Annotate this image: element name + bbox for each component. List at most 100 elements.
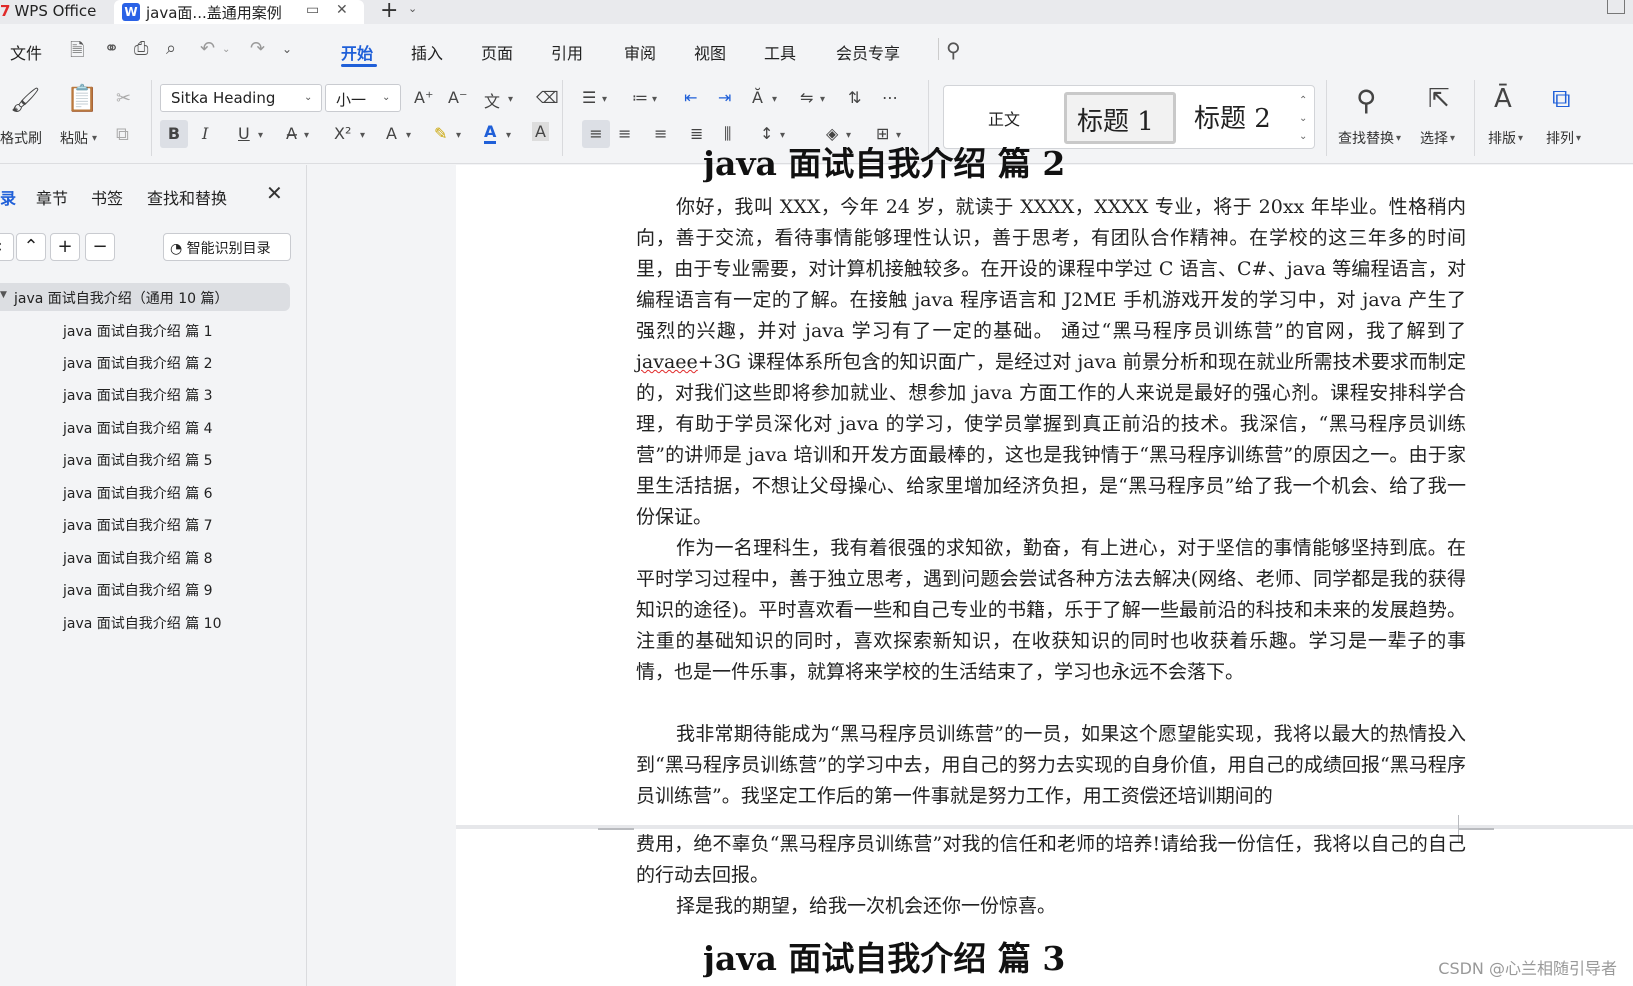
line-spacing-icon[interactable]: ↕ xyxy=(760,124,773,143)
typesetting-icon[interactable]: Ā xyxy=(1494,84,1512,114)
tab-view[interactable]: 视图 xyxy=(694,40,726,64)
nav-item[interactable]: java 面试自我介绍 篇 1 xyxy=(63,321,213,341)
paragraph-3-continued[interactable]: 费用，绝不辜负“黑马程序员训练营”对我的信任和老师的培养!请给我一份信任，我将以… xyxy=(636,829,1466,891)
find-dropdown-icon[interactable]: ▾ xyxy=(1396,133,1401,144)
nav-item[interactable]: java 面试自我介绍 篇 2 xyxy=(63,353,213,373)
paragraph-2[interactable]: 作为一名理科生，我有着很强的求知欲，勤奋，有上进心，对于坚信的事情能够坚持到底。… xyxy=(636,533,1466,688)
window-restore-icon[interactable] xyxy=(1607,0,1625,14)
chevron-down-icon[interactable]: ⌄ xyxy=(408,2,417,15)
text-effect-dropdown-icon[interactable]: ▾ xyxy=(406,130,411,141)
add-heading-button[interactable]: + xyxy=(50,233,80,261)
nav-tab-chapters[interactable]: 章节 xyxy=(36,185,68,209)
chevron-up-icon[interactable]: ⌃ xyxy=(16,233,46,261)
menu-file[interactable]: 文件 xyxy=(10,40,42,64)
text-direction-dropdown-icon[interactable]: ▾ xyxy=(772,94,777,105)
strikethrough-icon[interactable]: A̶ xyxy=(286,124,297,143)
heading-section-3[interactable]: java 面试自我介绍 篇 3 xyxy=(703,932,1065,986)
italic-button[interactable]: I xyxy=(202,124,208,143)
style-scroll-icon[interactable]: ⌃ ⌄ ⌄ xyxy=(1299,92,1307,146)
text-effect-icon[interactable]: A xyxy=(386,124,397,143)
borders-icon[interactable]: ⊞ xyxy=(876,124,889,143)
redo-icon[interactable]: ↷ xyxy=(250,38,265,59)
tab-preview-icon[interactable]: ▭ xyxy=(306,2,319,18)
nav-item[interactable]: java 面试自我介绍 篇 9 xyxy=(63,580,213,600)
nav-prev-button[interactable]: ‹ xyxy=(0,233,14,261)
paste-dropdown-icon[interactable]: ▾ xyxy=(92,133,97,144)
tab-tools[interactable]: 工具 xyxy=(764,40,796,64)
new-tab-plus-icon[interactable]: + xyxy=(380,0,398,23)
strike-dropdown-icon[interactable]: ▾ xyxy=(304,130,309,141)
paste-label[interactable]: 粘贴 xyxy=(60,128,88,148)
shading-icon[interactable]: ◈ xyxy=(826,124,838,143)
tab-member[interactable]: 会员专享 xyxy=(836,40,900,64)
nav-tab-bookmarks[interactable]: 书签 xyxy=(91,185,123,209)
sort-swap-icon[interactable]: ⇋ xyxy=(800,88,813,107)
tab-close-icon[interactable]: ✕ xyxy=(336,2,348,18)
print-preview-icon[interactable]: ⌕ xyxy=(166,38,176,59)
char-shading-icon[interactable]: A xyxy=(532,122,549,141)
nav-item[interactable]: java 面试自我介绍 篇 7 xyxy=(63,515,213,535)
underline-dropdown-icon[interactable]: ▾ xyxy=(258,130,263,141)
tab-review[interactable]: 审阅 xyxy=(624,40,656,64)
align-left-button[interactable]: ≡ xyxy=(582,120,610,148)
align-right-icon[interactable]: ≡ xyxy=(654,124,667,143)
shading-dropdown-icon[interactable]: ▾ xyxy=(846,130,851,141)
align-center-icon[interactable]: ≡ xyxy=(618,124,631,143)
highlight-dropdown-icon[interactable]: ▾ xyxy=(456,130,461,141)
bullet-list-icon[interactable]: ☰ xyxy=(582,88,596,107)
more-quick-access-icon[interactable]: ⌄ xyxy=(282,42,292,56)
undo-dropdown-icon[interactable]: ⌄ xyxy=(222,44,230,55)
paste-icon[interactable]: 📋 xyxy=(66,84,98,114)
share-link-icon[interactable]: ⚭ xyxy=(104,38,119,59)
search-icon[interactable]: ⚲ xyxy=(946,38,961,62)
copy-icon[interactable]: ⧉ xyxy=(116,124,129,145)
save-icon[interactable]: 🗎 xyxy=(70,38,84,68)
nav-item[interactable]: java 面试自我介绍 篇 3 xyxy=(63,385,213,405)
style-heading-1[interactable]: 标题 1 xyxy=(1064,92,1176,144)
tab-document[interactable]: W java面...盖通用案例 ▭ ✕ xyxy=(114,0,364,24)
clear-format-icon[interactable]: ⌫ xyxy=(536,88,559,107)
font-size-dropdown-icon[interactable]: ⌄ xyxy=(382,92,390,103)
nav-root-item[interactable]: ▼ java 面试自我介绍（通用 10 篇） xyxy=(0,283,290,311)
tab-home-ribbon[interactable]: 开始 xyxy=(341,40,373,64)
remove-heading-button[interactable]: − xyxy=(85,233,115,261)
bold-button[interactable]: B xyxy=(160,120,188,148)
tab-reference[interactable]: 引用 xyxy=(551,40,583,64)
layout-label[interactable]: 排版 xyxy=(1488,128,1516,148)
style-normal[interactable]: 正文 xyxy=(988,106,1020,130)
print-icon[interactable]: ⎙ xyxy=(134,38,148,59)
nav-tab-find-replace[interactable]: 查找和替换 xyxy=(147,185,227,209)
paragraph-4[interactable]: 择是我的期望，给我一次机会还你一份惊喜。 xyxy=(636,891,1466,922)
font-name-select[interactable]: Sitka Heading xyxy=(160,84,322,112)
select-dropdown-icon[interactable]: ▾ xyxy=(1450,133,1455,144)
phonetic-dropdown-icon[interactable]: ▾ xyxy=(508,94,513,105)
nav-tab-toc[interactable]: 录 xyxy=(0,185,16,209)
nav-item[interactable]: java 面试自我介绍 篇 8 xyxy=(63,548,213,568)
font-color-icon[interactable]: A xyxy=(484,122,497,144)
find-replace-label[interactable]: 查找替换 xyxy=(1338,128,1394,148)
select-cursor-icon[interactable]: ⇱ xyxy=(1428,84,1450,114)
borders-dropdown-icon[interactable]: ▾ xyxy=(896,130,901,141)
nav-item[interactable]: java 面试自我介绍 篇 6 xyxy=(63,483,213,503)
superscript-icon[interactable]: X² xyxy=(334,124,351,143)
collapse-triangle-icon[interactable]: ▼ xyxy=(0,290,7,300)
underline-button[interactable]: U xyxy=(238,124,250,143)
font-color-dropdown-icon[interactable]: ▾ xyxy=(506,130,511,141)
highlight-icon[interactable]: ✎ xyxy=(434,124,447,143)
arrange-label[interactable]: 排列 xyxy=(1546,128,1574,148)
cut-icon[interactable]: ✂ xyxy=(116,88,131,109)
numbered-list-icon[interactable]: ≔ xyxy=(632,88,648,107)
show-marks-icon[interactable]: ⋯ xyxy=(882,88,898,107)
font-name-dropdown-icon[interactable]: ⌄ xyxy=(304,92,312,103)
nav-item[interactable]: java 面试自我介绍 篇 4 xyxy=(63,418,213,438)
text-direction-icon[interactable]: Ă xyxy=(752,88,763,107)
tab-wps-home[interactable]: 7 WPS Office xyxy=(0,0,110,22)
close-icon[interactable]: ✕ xyxy=(266,181,283,205)
nav-item[interactable]: java 面试自我介绍 篇 10 xyxy=(63,613,222,633)
find-replace-icon[interactable]: ⚲ xyxy=(1356,84,1377,117)
sort-icon[interactable]: ⇅ xyxy=(848,88,861,107)
paragraph-3[interactable]: 我非常期待能成为“黑马程序员训练营”的一员，如果这个愿望能实现，我将以最大的热情… xyxy=(636,719,1466,812)
phonetic-guide-icon[interactable]: 文 xyxy=(484,88,500,112)
tab-page[interactable]: 页面 xyxy=(481,40,513,64)
decrease-font-icon[interactable]: A⁻ xyxy=(448,88,467,107)
